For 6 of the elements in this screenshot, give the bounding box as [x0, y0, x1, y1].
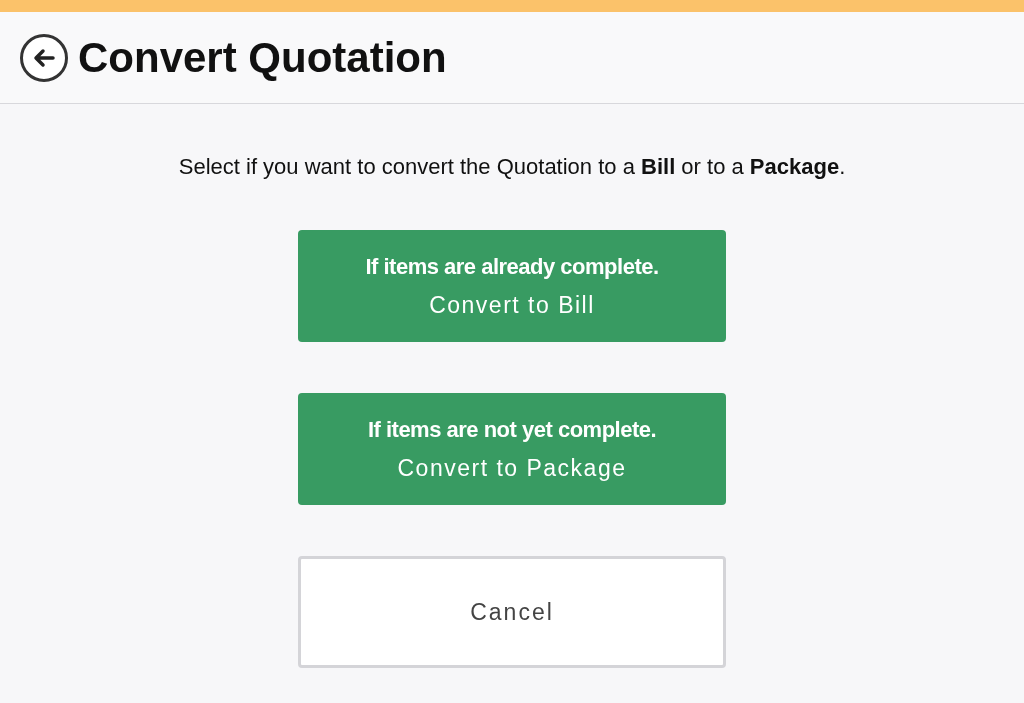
convert-button[interactable]: If items are not yet complete. Convert to Package	[298, 393, 726, 505]
page-title: Convert Quotation	[78, 33, 447, 82]
back-button[interactable]	[20, 33, 68, 82]
cancel-button[interactable]: Cancel	[298, 556, 726, 668]
instruction-text: Select if you want to convert the Quotation to a Bill or to a Package.	[178, 154, 846, 180]
convert-button[interactable]: If items are already complete. Convert to Bill	[298, 230, 726, 342]
